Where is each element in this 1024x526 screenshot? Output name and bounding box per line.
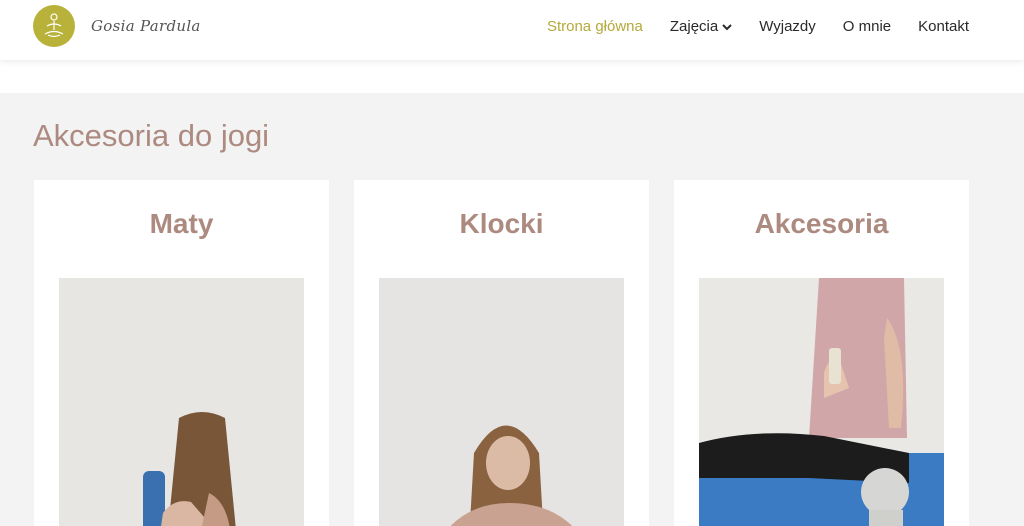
chevron-down-icon — [722, 18, 732, 35]
nav-item-label: Kontakt — [918, 17, 969, 35]
card-title: Klocki — [459, 208, 544, 239]
blocks-photo[interactable] — [379, 278, 624, 526]
page-title: Akcesoria do jogi — [33, 118, 270, 153]
nav-item-trips[interactable]: Wyjazdy — [759, 18, 816, 35]
site-header: Gosia Pardula Strona główna Zajęcia Wyja… — [0, 0, 1024, 60]
logo[interactable]: Gosia Pardula — [33, 5, 201, 47]
card-title: Maty — [149, 208, 214, 239]
nav-item-about[interactable]: O mnie — [843, 18, 891, 35]
nav-item-classes[interactable]: Zajęcia — [670, 18, 732, 35]
main-nav: Strona główna Zajęcia Wyjazdy O mnie Kon… — [547, 0, 969, 52]
nav-item-home[interactable]: Strona główna — [547, 18, 643, 35]
product-card-blocks[interactable]: Klocki — [354, 180, 649, 526]
header-spacer — [0, 60, 1024, 93]
nav-item-contact[interactable]: Kontakt — [918, 18, 969, 35]
nav-item-label: Strona główna — [546, 17, 643, 35]
logo-signature: Gosia Pardula — [91, 17, 201, 35]
nav-item-label: Wyjazdy — [759, 17, 816, 35]
accessories-photo[interactable] — [699, 278, 944, 526]
nav-item-label: Zajęcia — [669, 17, 719, 35]
card-title: Akcesoria — [754, 208, 889, 239]
yoga-pose-icon — [33, 5, 75, 47]
product-card-mats[interactable]: Maty — [34, 180, 329, 526]
product-card-accessories[interactable]: Akcesoria — [674, 180, 969, 526]
mats-photo[interactable] — [59, 278, 304, 526]
nav-item-label: O mnie — [842, 17, 892, 35]
